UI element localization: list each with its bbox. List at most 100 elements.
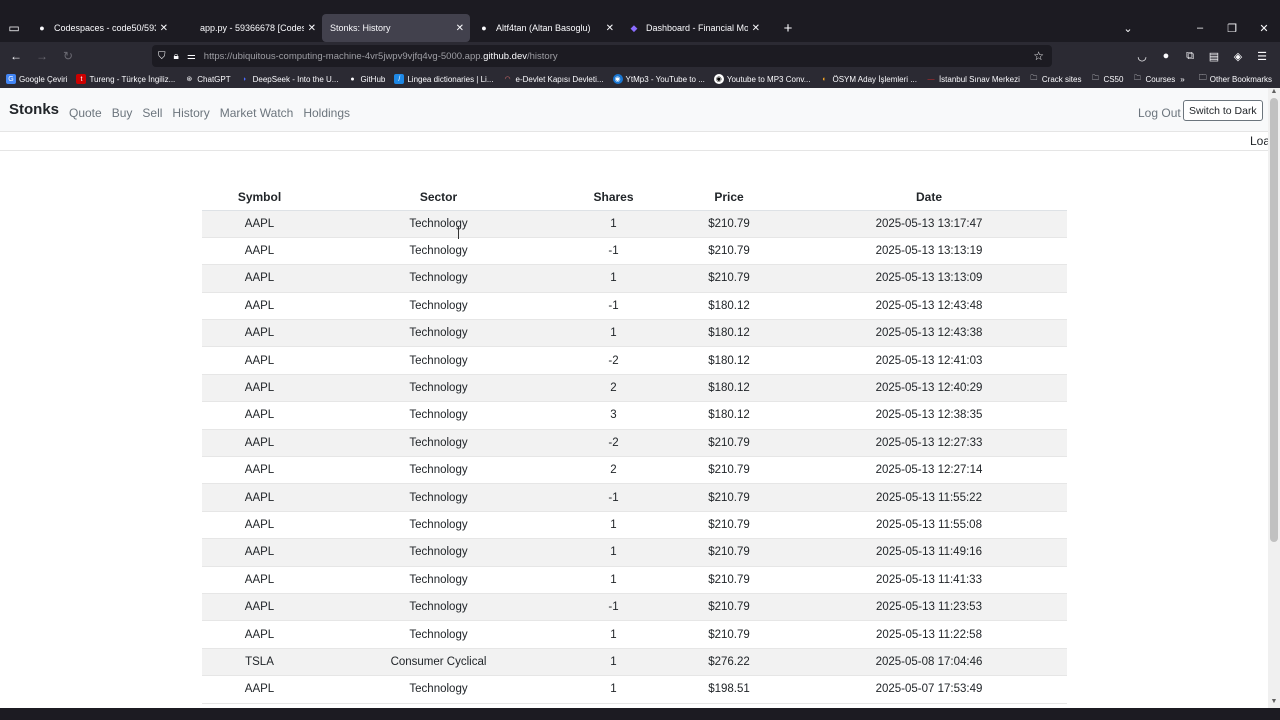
url-text: https://ubiquitous-computing-machine-4vr… <box>204 51 558 62</box>
bookmark-label: Google Çeviri <box>19 74 68 84</box>
other-bookmarks[interactable]: » 🗀 Other Bookmarks <box>1180 70 1272 88</box>
tab-fmp-dashboard[interactable]: ◆ Dashboard - Financial Modeling ✕ <box>620 14 766 42</box>
cell-sector: Technology <box>317 620 560 649</box>
bookmark-item[interactable]: ⊛ ChatGPT <box>184 74 230 84</box>
bookmark-folder[interactable]: 🗀 Courses <box>1132 74 1175 84</box>
bookmark-item[interactable]: G Google Çeviri <box>6 74 67 84</box>
lock-icon[interactable]: 🔒︎ <box>174 51 179 62</box>
bookmark-label: ChatGPT <box>197 74 231 84</box>
close-icon[interactable]: ✕ <box>752 23 760 34</box>
fmp-icon: ◆ <box>630 22 638 33</box>
scroll-down-icon[interactable]: ▼ <box>1268 698 1280 708</box>
cell-date: 2025-05-08 17:04:46 <box>791 648 1067 677</box>
tab-title: Altf4tan (Altan Basoglu) <box>496 23 591 33</box>
brand-logo[interactable]: Stonks <box>9 101 59 118</box>
logout-link[interactable]: Log Out <box>1138 106 1181 120</box>
menu-icon[interactable]: ☰ <box>1250 50 1274 63</box>
cell-date: 2025-05-13 11:23:53 <box>791 593 1067 622</box>
pocket-icon[interactable]: ◡ <box>1130 50 1154 63</box>
nav-holdings[interactable]: Holdings <box>303 106 350 120</box>
site-navbar: Stonks Quote Buy Sell History Market Wat… <box>0 88 1268 132</box>
scroll-up-icon[interactable]: ▲ <box>1268 88 1280 98</box>
bookmark-label: Youtube to MP3 Conv... <box>726 74 811 84</box>
new-tab-icon[interactable]: + <box>776 16 800 40</box>
close-icon[interactable]: ✕ <box>606 23 614 34</box>
cell-date: 2025-05-13 13:13:19 <box>791 237 1067 266</box>
puzzle-icon[interactable]: ⧉ <box>1178 50 1202 63</box>
bookmark-item[interactable]: ◗ DeepSeek - Into the U... <box>240 74 339 84</box>
cell-date: 2025-05-13 12:27:14 <box>791 456 1067 485</box>
cell-shares: 1 <box>560 648 667 677</box>
cell-sector: Technology <box>317 374 560 403</box>
loading-text: Loa <box>1250 134 1268 148</box>
tureng-icon: t <box>76 74 87 84</box>
bookmark-item[interactable]: t Tureng - Türkçe İngiliz... <box>76 74 175 84</box>
bookmark-star-icon[interactable]: ☆ <box>1033 49 1044 63</box>
bookmark-item[interactable]: ◠ e-Devlet Kapısı Devleti... <box>503 74 603 84</box>
tab-app-py[interactable]: app.py - 59366678 [Codespaces ✕ <box>174 14 322 42</box>
chevron-right-icon[interactable]: » <box>1180 75 1184 84</box>
tab-list-icon[interactable]: ▭ <box>0 14 28 42</box>
container-icon[interactable]: ▤ <box>1202 50 1226 63</box>
nav-sell[interactable]: Sell <box>142 106 162 120</box>
text-cursor-icon <box>458 227 462 239</box>
bookmark-item[interactable]: ● GitHub <box>347 74 385 84</box>
cell-symbol: AAPL <box>202 210 317 238</box>
chevron-down-icon[interactable]: ⌄ <box>1112 22 1144 35</box>
page-scrollbar[interactable]: ▲ ▼ <box>1268 88 1280 708</box>
table-row: AAPL Technology 1 $180.12 2025-05-13 12:43:3… <box>202 319 1067 348</box>
cell-sector: Technology <box>317 292 560 321</box>
switch-theme-button[interactable]: Switch to Dark <box>1183 100 1263 121</box>
cell-shares: 1 <box>560 511 667 540</box>
shield-icon[interactable]: ⛉ <box>158 51 166 62</box>
scrollbar-thumb[interactable] <box>1270 98 1278 542</box>
cell-sector: Technology <box>317 319 560 348</box>
header-price: Price <box>667 184 791 211</box>
github-icon: ● <box>39 23 45 33</box>
bookmark-label: Crack sites <box>1041 74 1082 84</box>
cell-price: $210.79 <box>667 210 791 238</box>
permissions-icon[interactable]: ⚌ <box>187 51 196 62</box>
cell-price: $210.79 <box>667 429 791 458</box>
nav-quote[interactable]: Quote <box>69 106 102 120</box>
close-icon[interactable]: ✕ <box>308 23 316 34</box>
reload-icon[interactable]: ↻ <box>56 44 80 68</box>
bookmark-item[interactable]: — İstanbul Sınav Merkezi <box>926 74 1019 84</box>
bookmark-folder[interactable]: 🗀 Crack sites <box>1029 74 1082 84</box>
cell-symbol: AAPL <box>202 264 317 293</box>
close-window-icon[interactable]: ✕ <box>1248 22 1280 35</box>
close-icon[interactable]: ✕ <box>456 23 464 34</box>
cell-shares: -1 <box>560 292 667 321</box>
table-row: AAPL Technology 2 $180.12 2025-05-13 12:40:2… <box>202 374 1067 403</box>
nav-history[interactable]: History <box>172 106 209 120</box>
tab-stonks-history[interactable]: Stonks: History ✕ <box>322 14 470 42</box>
bookmark-item[interactable]: ◉ YtMp3 - YouTube to ... <box>612 74 705 84</box>
cell-sector: Technology <box>317 538 560 567</box>
bookmark-item[interactable]: ◉ Youtube to MP3 Conv... <box>713 74 811 84</box>
bookmark-item[interactable]: ◐ ÖSYM Aday İşlemleri ... <box>819 74 917 84</box>
cell-shares: 2 <box>560 456 667 485</box>
cell-symbol: AAPL <box>202 620 317 649</box>
translate-icon: G <box>6 74 16 84</box>
cell-symbol: TSLA <box>202 648 317 677</box>
cell-price: $210.79 <box>667 483 791 512</box>
forward-icon[interactable]: → <box>30 44 54 68</box>
tab-github-profile[interactable]: ● Altf4tan (Altan Basoglu) ✕ <box>470 14 620 42</box>
close-icon[interactable]: ✕ <box>160 23 168 34</box>
nav-market-watch[interactable]: Market Watch <box>220 106 294 120</box>
nav-buy[interactable]: Buy <box>112 106 133 120</box>
bookmark-label: ÖSYM Aday İşlemleri ... <box>832 74 917 84</box>
back-icon[interactable]: ← <box>4 44 28 68</box>
bookmark-folder[interactable]: 🗀 CS50 <box>1090 74 1124 84</box>
table-row: AAPL Technology -1 $210.79 2025-05-13 11:55:… <box>202 483 1067 512</box>
tab-codespaces[interactable]: ● Codespaces - code50/59366678 ✕ <box>28 14 174 42</box>
extension-icon[interactable]: ● <box>1154 50 1178 62</box>
cell-price: $210.79 <box>667 593 791 622</box>
cell-sector: Technology <box>317 593 560 622</box>
shield-extension-icon[interactable]: ◈ <box>1226 50 1250 63</box>
url-bar[interactable]: ⛉ 🔒︎ ⚌ https://ubiquitous-computing-mach… <box>152 45 1052 67</box>
bookmark-item[interactable]: / Lingea dictionaries | Li... <box>394 74 494 84</box>
restore-icon[interactable]: ❐ <box>1216 22 1248 35</box>
minimize-icon[interactable]: – <box>1184 22 1216 34</box>
bookmark-label: CS50 <box>1103 74 1124 84</box>
